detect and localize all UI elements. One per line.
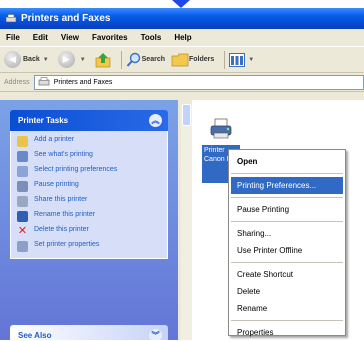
expand-chevron-icon[interactable]: ︾ xyxy=(149,329,162,340)
delete-icon: ✕ xyxy=(17,225,28,237)
search-icon xyxy=(126,52,140,67)
menu-item-pause-printing[interactable]: Pause Printing xyxy=(229,201,345,218)
task-pause-printing[interactable]: Pause printing xyxy=(17,181,163,192)
task-label: Select printing preferences xyxy=(34,166,118,173)
menu-item-open[interactable]: Open xyxy=(229,153,345,170)
menu-separator xyxy=(231,197,343,198)
menu-item-properties[interactable]: Properties xyxy=(229,324,345,341)
printer-tasks-list: Add a printer See what's printing Select… xyxy=(10,131,168,259)
task-label: Share this printer xyxy=(34,196,88,203)
menu-favorites[interactable]: Favorites xyxy=(92,33,128,42)
add-printer-icon xyxy=(17,136,28,147)
preferences-icon xyxy=(17,166,28,177)
share-icon xyxy=(17,196,28,207)
task-label: See what's printing xyxy=(34,151,93,158)
folders-label: Folders xyxy=(189,56,215,63)
forward-button[interactable]: ▶ ▼ xyxy=(57,51,89,68)
task-add-printer[interactable]: Add a printer xyxy=(17,136,163,147)
folders-button[interactable]: Folders xyxy=(171,53,214,67)
menu-file[interactable]: File xyxy=(6,33,20,42)
vertical-scrollbar[interactable] xyxy=(181,104,192,340)
task-share-printer[interactable]: Share this printer xyxy=(17,196,163,207)
toolbar-separator xyxy=(224,50,226,69)
menu-separator xyxy=(231,221,343,222)
title-bar: Printers and Faxes xyxy=(0,8,364,29)
see-also-title: See Also xyxy=(18,331,52,340)
printer-tasks-title: Printer Tasks xyxy=(18,116,69,125)
menu-edit[interactable]: Edit xyxy=(33,33,48,42)
task-label: Pause printing xyxy=(34,181,79,188)
menu-bar: File Edit View Favorites Tools Help xyxy=(0,29,364,46)
up-button[interactable] xyxy=(95,52,111,68)
menu-separator xyxy=(231,173,343,174)
back-label: Back xyxy=(23,56,40,63)
back-dropdown-icon[interactable]: ▼ xyxy=(43,57,49,63)
toolbar-separator xyxy=(120,50,122,69)
views-button[interactable]: ▼ xyxy=(229,52,257,67)
address-field[interactable]: Printers and Faxes xyxy=(33,74,364,90)
menu-item-create-shortcut[interactable]: Create Shortcut xyxy=(229,266,345,283)
up-folder-icon xyxy=(95,52,110,67)
task-pane: Printer Tasks ︽ Add a printer See what's… xyxy=(0,100,178,340)
task-printer-properties[interactable]: Set printer properties xyxy=(17,241,163,252)
printer-tasks-panel: Printer Tasks ︽ Add a printer See what's… xyxy=(10,110,168,259)
toolbar: ◀ Back ▼ ▶ ▼ Search Folders ▼ xyxy=(0,46,364,73)
task-see-printing[interactable]: See what's printing xyxy=(17,151,163,162)
address-label: Address xyxy=(4,78,30,86)
back-arrow-icon: ◀ xyxy=(4,51,21,68)
pause-icon xyxy=(17,181,28,192)
address-bar: Address Printers and Faxes xyxy=(0,73,364,92)
task-printing-preferences[interactable]: Select printing preferences xyxy=(17,166,163,177)
printer-icon[interactable] xyxy=(209,118,233,140)
back-button[interactable]: ◀ Back ▼ xyxy=(4,51,52,68)
menu-view[interactable]: View xyxy=(61,33,79,42)
collapse-chevron-icon[interactable]: ︽ xyxy=(149,114,162,127)
menu-separator xyxy=(231,320,343,321)
views-icon xyxy=(229,52,246,67)
task-label: Set printer properties xyxy=(34,241,100,248)
menu-item-use-offline[interactable]: Use Printer Offline xyxy=(229,242,345,259)
see-also-header[interactable]: See Also ︾ xyxy=(10,325,168,340)
task-delete-printer[interactable]: ✕ Delete this printer xyxy=(17,226,163,237)
address-value: Printers and Faxes xyxy=(53,78,113,86)
views-dropdown-icon[interactable]: ▼ xyxy=(248,57,254,63)
search-button[interactable]: Search xyxy=(126,52,165,68)
rename-icon xyxy=(17,211,28,222)
task-label: Delete this printer xyxy=(34,226,89,233)
printer-folder-icon xyxy=(5,13,17,24)
search-label: Search xyxy=(141,56,165,63)
pointer-arrow-icon xyxy=(172,0,190,8)
scrollbar-thumb[interactable] xyxy=(182,104,191,126)
task-rename-printer[interactable]: Rename this printer xyxy=(17,211,163,222)
menu-item-delete[interactable]: Delete xyxy=(229,283,345,300)
printer-tasks-header[interactable]: Printer Tasks ︽ xyxy=(10,110,168,131)
printers-folder-icon xyxy=(38,77,49,86)
forward-dropdown-icon[interactable]: ▼ xyxy=(80,57,86,63)
forward-arrow-icon: ▶ xyxy=(57,51,75,68)
menu-tools[interactable]: Tools xyxy=(141,33,162,42)
context-menu: Open Printing Preferences... Pause Print… xyxy=(228,149,346,337)
menu-item-sharing[interactable]: Sharing... xyxy=(229,225,345,242)
folders-icon xyxy=(171,53,189,66)
task-label: Rename this printer xyxy=(34,211,96,218)
menu-separator xyxy=(231,262,343,263)
menu-item-rename[interactable]: Rename xyxy=(229,300,345,317)
properties-icon xyxy=(17,241,28,252)
window-title: Printers and Faxes xyxy=(21,13,111,24)
menu-help[interactable]: Help xyxy=(174,33,191,42)
task-label: Add a printer xyxy=(34,136,75,143)
queue-icon xyxy=(17,151,28,162)
menu-item-printing-preferences[interactable]: Printing Preferences... xyxy=(231,177,343,194)
